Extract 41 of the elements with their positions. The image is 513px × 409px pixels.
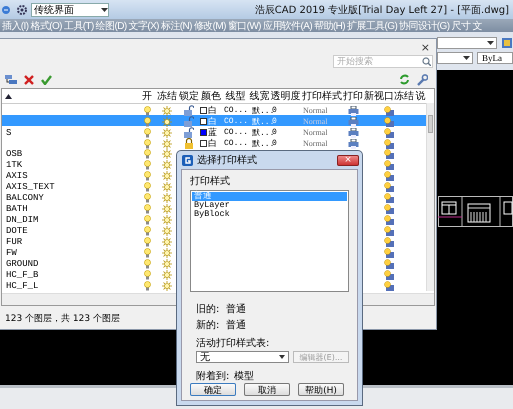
color-name: 白 [208, 104, 217, 116]
color-name: 白 [208, 116, 217, 128]
layer-name: OSB [5, 148, 24, 158]
field-value: 普通 [226, 318, 246, 332]
layer-name: HC_F_B [5, 270, 40, 280]
transparency-cell-text: 0 [272, 106, 278, 115]
field-label: 旧的: [196, 302, 220, 316]
list-label: 打印样式 [190, 174, 231, 188]
layer-name: GROUND [5, 258, 40, 268]
layer-name: BATH [5, 204, 29, 214]
layer-name: FW [5, 248, 18, 258]
linetype-cell-text: CO... [223, 117, 249, 126]
transparency-cell-text: 0 [272, 117, 278, 126]
transparency-cell-text: 0 [272, 128, 278, 137]
layer-name: DOTE [5, 226, 29, 236]
field-label: 新的: [196, 318, 220, 332]
layer-name: FUR [5, 236, 24, 246]
layer-name: AXIS [5, 170, 29, 180]
plot-style-cell-text: Normal [302, 128, 328, 137]
transparency-cell-text: 0 [272, 139, 278, 148]
field-value: 普通 [226, 302, 246, 316]
color-name: 白 [208, 138, 217, 150]
field-label: 活动打印样式表: [196, 336, 270, 350]
layer-name: S [5, 128, 12, 138]
plot-style-cell-text: Normal [302, 106, 328, 115]
dialog-title: 选择打印样式 [197, 154, 258, 167]
layer-name: BALCONY [5, 192, 45, 202]
field-label: 附着到: [196, 370, 230, 383]
linetype-cell-text: CO... [223, 106, 249, 115]
linetype-cell-text: CO... [223, 139, 249, 148]
layer-name: HC_F_L [5, 280, 40, 290]
layer-name: 1TK [5, 160, 24, 170]
color-name: 蓝 [208, 126, 217, 138]
plot-style-cell-text: Normal [302, 117, 328, 126]
window-title: 浩辰CAD 2019 专业版[Trial Day Left 27] - [平面.dwg] [254, 4, 509, 16]
layer-name: DN_DIM [5, 214, 40, 224]
layer-name: AXIS_TEXT [5, 182, 56, 192]
plot-style-cell-text: Normal [302, 139, 328, 148]
linetype-cell-text: CO... [223, 128, 249, 137]
status-text: 123 个图层，共 123 个图层 [5, 312, 120, 324]
field-value: 模型 [234, 370, 254, 383]
